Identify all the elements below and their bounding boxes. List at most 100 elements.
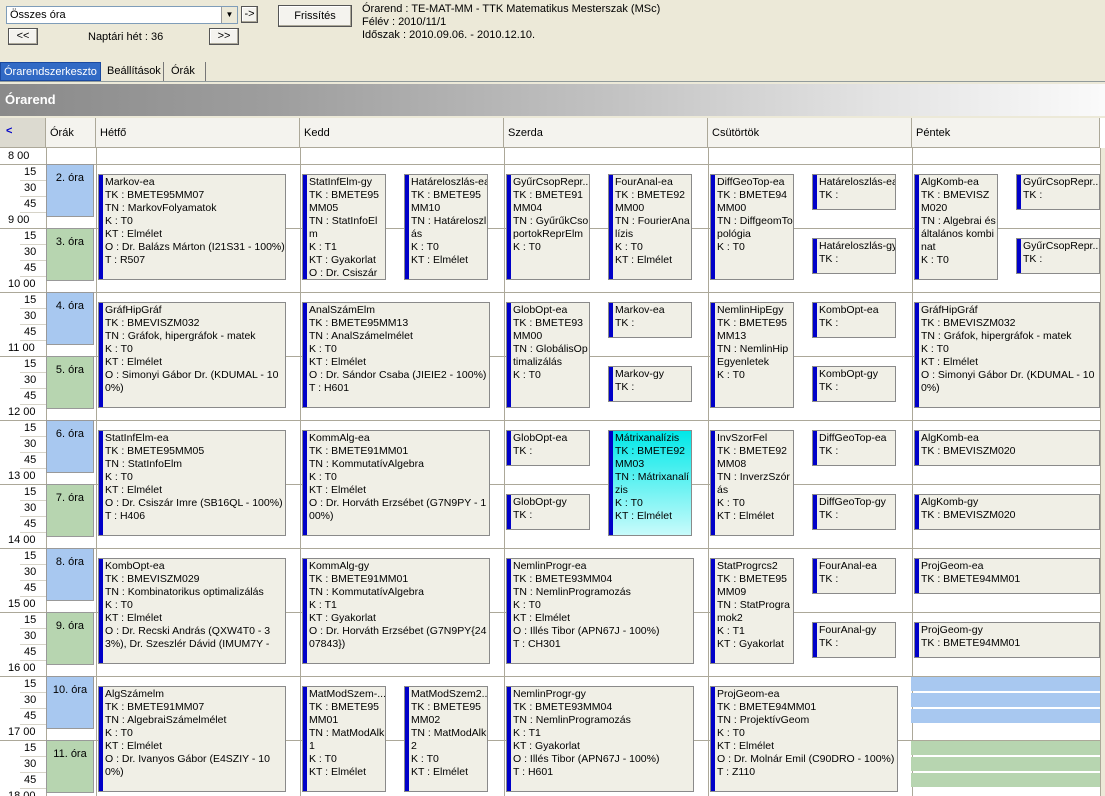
course-event[interactable]: AlgSzámelm TK : BMETE91MM07 TN : AlgebraiS…	[98, 686, 286, 792]
course-event[interactable]: KommAlg-ea TK : BMETE91MM01 TN : Kommutatí…	[302, 430, 490, 536]
course-event[interactable]: KommAlg-gy TK : BMETE91MM01 TN : Kommutatí…	[302, 558, 490, 664]
course-event[interactable]: GráfHipGráf TK : BMEVISZM032 TN : Gráfok, …	[98, 302, 286, 408]
course-detail: K : T0	[717, 727, 745, 739]
empty-slot[interactable]	[911, 709, 1101, 723]
course-event[interactable]: NemlinHipEgy TK : BMETE95MM13 TN : NemlinH…	[710, 302, 794, 408]
course-detail: K : T0	[309, 343, 337, 355]
empty-slot[interactable]	[911, 677, 1101, 691]
course-event[interactable]: DiffGeoTop-gy TK :	[812, 494, 896, 530]
course-event[interactable]: Mátrixanalízis TK : BMETE92MM03 TN : Mátri…	[608, 430, 692, 536]
time-label: 45	[24, 390, 37, 402]
course-title: KommAlg-gy	[309, 560, 370, 572]
course-detail: TK :	[1023, 253, 1043, 265]
empty-slot[interactable]	[911, 741, 1101, 755]
period-filter-combo[interactable]: Összes óra ▼	[6, 6, 238, 24]
course-event[interactable]: NemlinProgr-ea TK : BMETE93MM04 TN : Nemli…	[506, 558, 694, 664]
chevron-down-icon[interactable]: ▼	[221, 7, 237, 23]
course-event[interactable]: ProjGeom-ea TK : BMETE94MM01 TN : Projektí…	[710, 686, 898, 792]
course-title: NemlinHipEgy	[717, 304, 784, 316]
course-title: MatModSzem2...	[411, 688, 488, 700]
tab-periods[interactable]: Órák	[168, 62, 206, 81]
course-event[interactable]: AnalSzámElm TK : BMETE95MM13 TN : AnalSzám…	[302, 302, 490, 408]
row-line	[20, 788, 46, 789]
course-event[interactable]: Markov-gy TK :	[608, 366, 692, 402]
course-event[interactable]: GlobOpt-ea TK :	[506, 430, 590, 466]
course-detail: T : H601	[513, 766, 554, 778]
period-cell: 3. óra	[46, 228, 94, 281]
course-event[interactable]: KombOpt-ea TK :	[812, 302, 896, 338]
course-event[interactable]: FourAnal-ea TK : BMETE92MM00 TN : FourierA…	[608, 174, 692, 280]
header-monday: Hétfő	[96, 118, 300, 148]
course-detail: TN : Kombinatorikus optimalizálás	[105, 586, 264, 598]
course-event[interactable]: GyűrCsopRepr... TK :	[1016, 174, 1100, 210]
empty-slot[interactable]	[911, 693, 1101, 707]
course-event[interactable]: ProjGeom-ea TK : BMETE94MM01	[914, 558, 1100, 594]
course-detail: KT : Gyakorlat	[717, 638, 784, 650]
course-detail: K : T0	[717, 241, 745, 253]
vertical-scrollbar[interactable]	[1100, 148, 1105, 796]
row-line	[20, 180, 46, 181]
tab-settings[interactable]: Beállítások	[104, 62, 164, 81]
course-title: Mátrixanalízis	[615, 432, 680, 444]
course-event[interactable]: DiffGeoTop-ea TK :	[812, 430, 896, 466]
course-event[interactable]: GlobOpt-gy TK :	[506, 494, 590, 530]
nav-left-button[interactable]: <	[0, 118, 46, 148]
course-event[interactable]: DiffGeoTop-ea TK : BMETE94MM00 TN : Diffge…	[710, 174, 794, 280]
course-detail: TK : BMETE92MM08	[717, 445, 788, 470]
course-event[interactable]: GlobOpt-ea TK : BMETE93MM00 TN : GlobálisO…	[506, 302, 590, 408]
course-detail: K : T0	[615, 241, 643, 253]
course-event[interactable]: AlgKomb-ea TK : BMEVISZM020 TN : Algebrai …	[914, 174, 998, 280]
course-detail: K : T0	[615, 497, 643, 509]
course-event[interactable]: FourAnal-gy TK :	[812, 622, 896, 658]
course-event[interactable]: GyűrCsopRepr... TK :	[1016, 238, 1100, 274]
course-detail: TK : BMETE91MM04	[513, 189, 584, 214]
course-event[interactable]: Határeloszlás-ea TK : BMETE95MM10 TN : Hat…	[404, 174, 488, 280]
row-line	[20, 388, 46, 389]
course-event[interactable]: AlgKomb-gy TK : BMEVISZM020	[914, 494, 1100, 530]
course-detail: TK : BMETE93MM04	[513, 573, 613, 585]
course-event[interactable]: InvSzorFel TK : BMETE92MM08 TN : InverzSzó…	[710, 430, 794, 536]
course-event[interactable]: Markov-ea TK : BMETE95MM07 TN : MarkovFoly…	[98, 174, 286, 280]
time-label: 10 00	[8, 278, 36, 290]
next-week-button[interactable]: >>	[209, 28, 239, 45]
course-event[interactable]: MatModSzem2... TK : BMETE95MM02 TN : MatMo…	[404, 686, 488, 792]
tab-timetable-editor[interactable]: Órarendszerkeszto	[0, 62, 101, 81]
course-event[interactable]: GráfHipGráf TK : BMEVISZM032 TN : Gráfok, …	[914, 302, 1100, 408]
go-button[interactable]: ->	[241, 6, 258, 23]
course-title: InvSzorFel	[717, 432, 768, 444]
course-event[interactable]: GyűrCsopRepr... TK : BMETE91MM04 TN : Gyűr…	[506, 174, 590, 280]
course-event[interactable]: Határeloszlás-gy TK :	[812, 238, 896, 274]
row-line	[20, 340, 46, 341]
course-event[interactable]: Határeloszlás-ea TK :	[812, 174, 896, 210]
course-event[interactable]: FourAnal-ea TK :	[812, 558, 896, 594]
course-event[interactable]: NemlinProgr-gy TK : BMETE93MM04 TN : Nemli…	[506, 686, 694, 792]
time-label: 30	[24, 182, 37, 194]
course-event[interactable]: ProjGeom-gy TK : BMETE94MM01	[914, 622, 1100, 658]
time-label: 15	[24, 550, 37, 562]
refresh-button[interactable]: Frissítés	[278, 5, 352, 27]
course-detail: KT : Elmélet	[105, 356, 162, 368]
course-detail: TK : BMEVISZM032	[105, 317, 200, 329]
course-detail: TK : BMETE95MM01	[309, 701, 380, 726]
course-detail: TN : StatInfoElm	[309, 215, 378, 240]
empty-slot[interactable]	[911, 757, 1101, 771]
time-label: 45	[24, 454, 37, 466]
course-event[interactable]: StatProgrcs2 TK : BMETE95MM09 TN : StatPro…	[710, 558, 794, 664]
course-detail: T : Z110	[717, 766, 756, 778]
course-detail: TN : AlgebraiSzámelmélet	[105, 714, 227, 726]
row-line	[20, 580, 46, 581]
course-event[interactable]: AlgKomb-ea TK : BMEVISZM020	[914, 430, 1100, 466]
course-detail: TK :	[615, 317, 635, 329]
course-event[interactable]: MatModSzem-... TK : BMETE95MM01 TN : MatMo…	[302, 686, 386, 792]
course-event[interactable]: KombOpt-ea TK : BMEVISZM029 TN : Kombinato…	[98, 558, 286, 664]
course-event[interactable]: KombOpt-gy TK :	[812, 366, 896, 402]
prev-week-button[interactable]: <<	[8, 28, 38, 45]
course-event[interactable]: Markov-ea TK :	[608, 302, 692, 338]
row-line	[20, 596, 46, 597]
time-label: 15	[24, 230, 37, 242]
time-label: 45	[24, 198, 37, 210]
course-detail: TN : StatProgramok2	[717, 599, 790, 624]
course-event[interactable]: StatInfElm-ea TK : BMETE95MM05 TN : StatIn…	[98, 430, 286, 536]
course-event[interactable]: StatInfElm-gy TK : BMETE95MM05 TN : StatIn…	[302, 174, 386, 280]
empty-slot[interactable]	[911, 773, 1101, 787]
